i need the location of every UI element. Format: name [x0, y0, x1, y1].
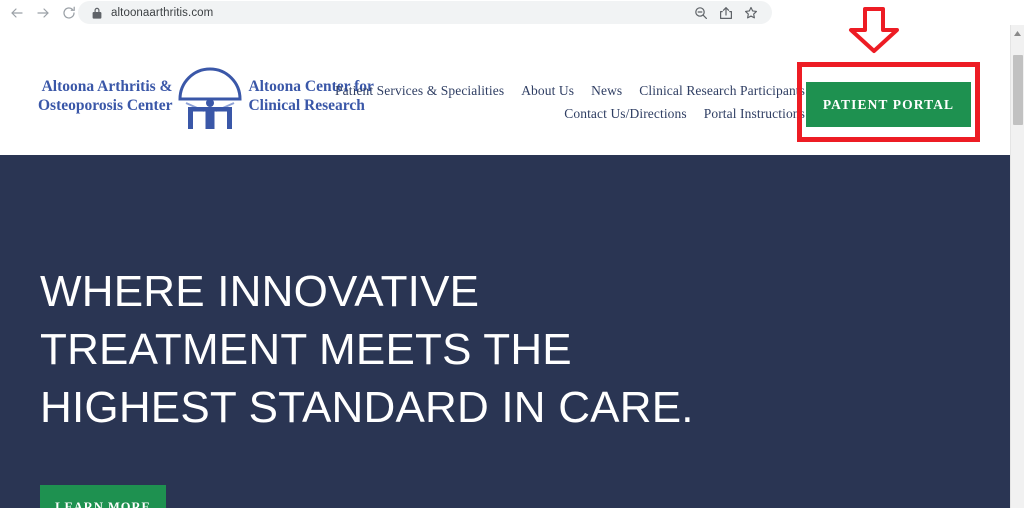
- star-bookmark-icon[interactable]: [743, 5, 758, 20]
- browser-nav-buttons: [0, 2, 82, 24]
- hero-headline-line3: HIGHEST STANDARD IN CARE.: [40, 383, 694, 432]
- learn-more-button-label: LEARN MORE: [55, 500, 151, 508]
- lock-icon: [92, 7, 102, 19]
- hero-section: WHERE INNOVATIVE TREATMENT MEETS THE HIG…: [0, 155, 1010, 508]
- logo-left-line1: Altoona Arthritis &: [41, 78, 173, 95]
- site-header: Altoona Arthritis & Osteoporosis Center …: [0, 25, 1010, 155]
- nav-item-contact-us-directions[interactable]: Contact Us/Directions: [564, 106, 686, 122]
- logo-text-left: Altoona Arthritis & Osteoporosis Center: [38, 77, 172, 115]
- zoom-search-icon[interactable]: [693, 5, 708, 20]
- nav-row-secondary: Contact Us/Directions Portal Instruction…: [355, 106, 805, 122]
- main-navigation: Patient Services & Specialities About Us…: [335, 83, 805, 129]
- hero-headline-line2: TREATMENT MEETS THE: [40, 325, 572, 374]
- nav-item-clinical-research-participants[interactable]: Clinical Research Participants: [639, 83, 805, 99]
- page-viewport: Altoona Arthritis & Osteoporosis Center …: [0, 25, 1010, 508]
- nav-item-about-us[interactable]: About Us: [521, 83, 574, 99]
- patient-portal-button-label: PATIENT PORTAL: [822, 96, 955, 112]
- learn-more-button[interactable]: LEARN MORE: [40, 485, 166, 508]
- vertical-scrollbar[interactable]: [1010, 25, 1024, 508]
- dome-figure-logo-icon: [174, 63, 246, 129]
- patient-portal-button-wrapper: PATIENT PORTAL: [806, 82, 971, 127]
- vertical-scroll-thumb[interactable]: [1013, 55, 1023, 125]
- logo-left-line2: Osteoporosis Center: [38, 97, 173, 114]
- forward-button[interactable]: [30, 2, 56, 24]
- reload-icon: [63, 6, 75, 19]
- forward-arrow-icon: [37, 7, 49, 18]
- site-logo[interactable]: Altoona Arthritis & Osteoporosis Center …: [38, 63, 374, 129]
- scroll-up-arrow-icon[interactable]: [1011, 25, 1024, 41]
- share-icon[interactable]: [718, 5, 733, 20]
- nav-item-news[interactable]: News: [591, 83, 622, 99]
- back-button[interactable]: [4, 2, 30, 24]
- nav-row-primary: Patient Services & Specialities About Us…: [335, 83, 805, 99]
- nav-item-patient-services[interactable]: Patient Services & Specialities: [335, 83, 504, 99]
- address-bar[interactable]: altoonaarthritis.com: [78, 1, 772, 24]
- nav-item-portal-instructions[interactable]: Portal Instructions: [704, 106, 805, 122]
- address-bar-url: altoonaarthritis.com: [111, 6, 214, 19]
- browser-toolbar: altoonaarthritis.com: [0, 0, 1024, 25]
- back-arrow-icon: [11, 7, 23, 18]
- address-bar-actions: [693, 5, 758, 20]
- patient-portal-button[interactable]: PATIENT PORTAL: [806, 82, 971, 127]
- hero-headline-line1: WHERE INNOVATIVE: [40, 267, 480, 316]
- hero-headline: WHERE INNOVATIVE TREATMENT MEETS THE HIG…: [40, 263, 694, 437]
